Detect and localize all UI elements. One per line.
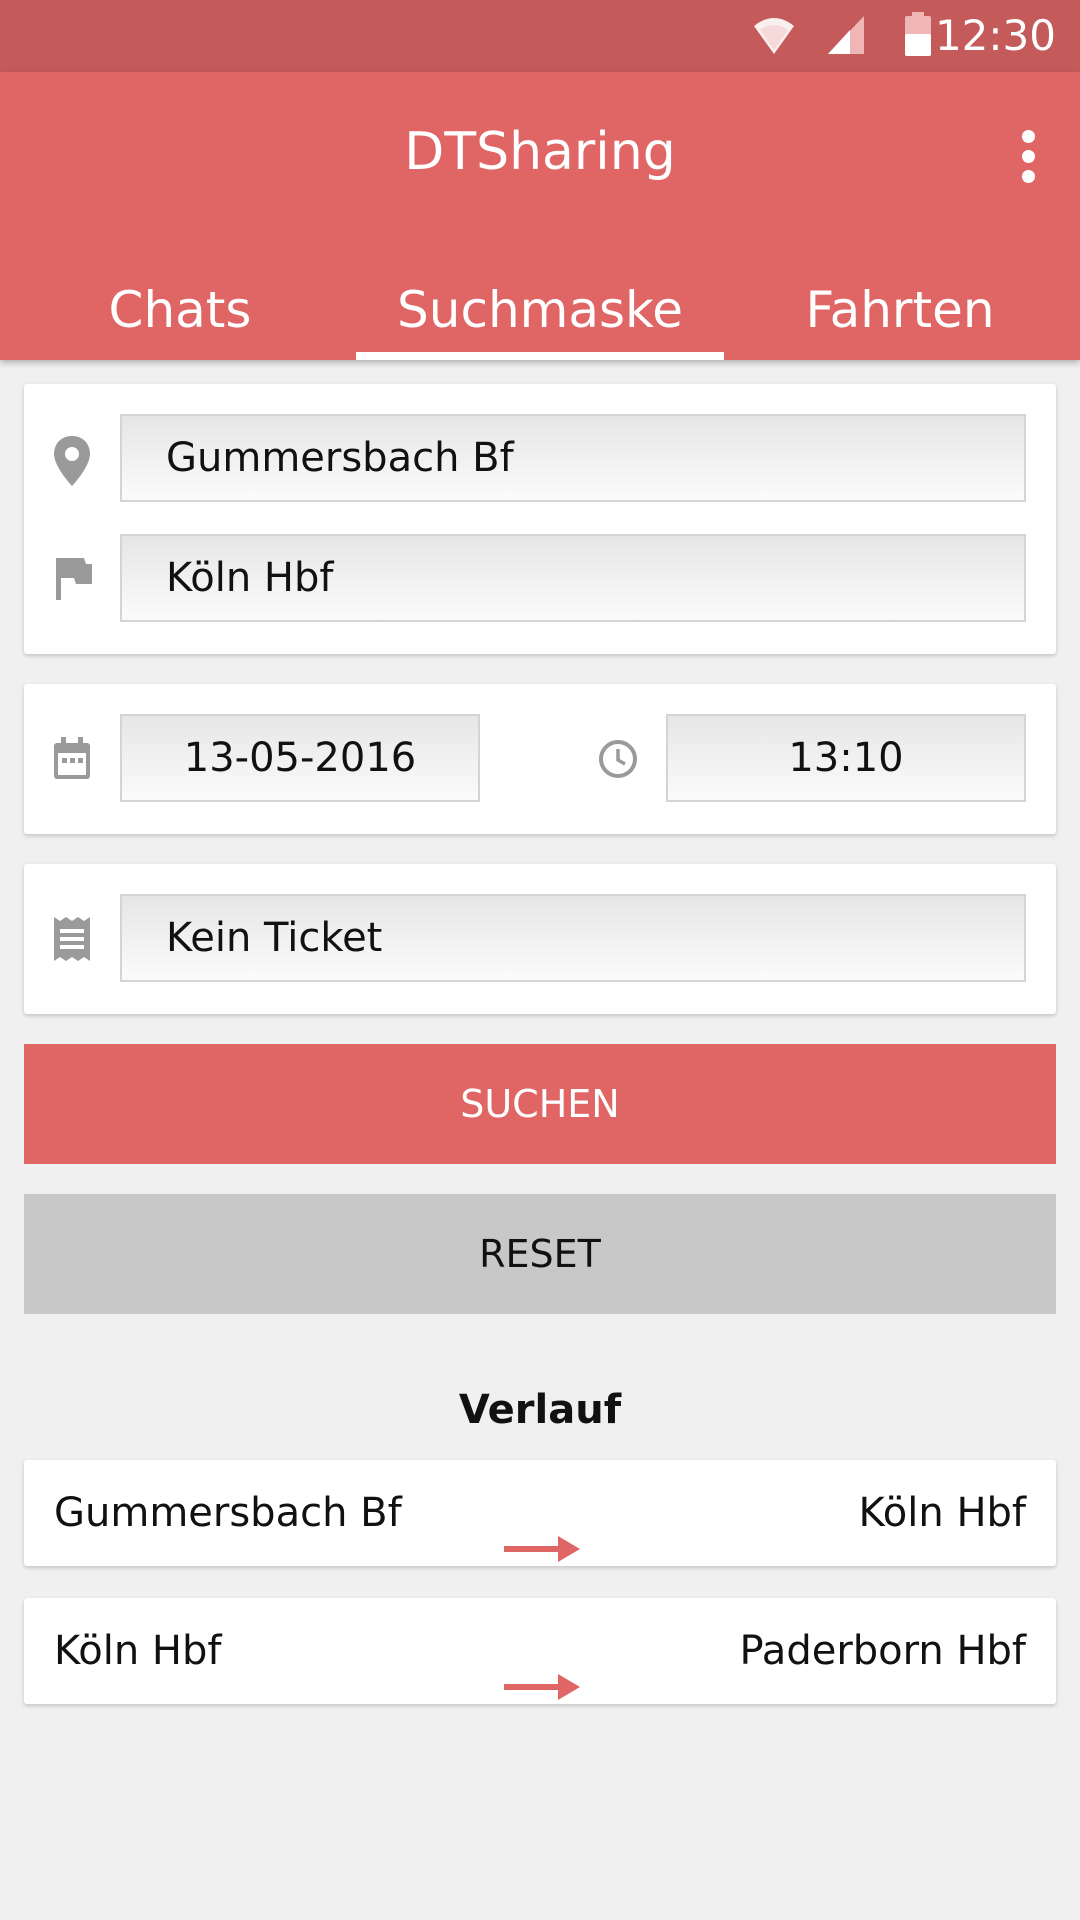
app-bar: DTSharing Chats Suchmaske Fahrten bbox=[0, 72, 1080, 360]
history-item[interactable]: Gummersbach Bf Köln Hbf bbox=[24, 1460, 1056, 1566]
tab-chats[interactable]: Chats bbox=[0, 260, 360, 360]
app-title: DTSharing bbox=[404, 122, 676, 182]
search-button[interactable]: SUCHEN bbox=[24, 1044, 1056, 1164]
time-field[interactable]: 13:10 bbox=[666, 714, 1026, 802]
history-to: Paderborn Hbf bbox=[739, 1628, 1026, 1674]
clock-icon bbox=[598, 739, 638, 783]
history-from: Gummersbach Bf bbox=[54, 1490, 402, 1536]
battery-icon bbox=[904, 12, 932, 62]
status-time: 12:30 bbox=[934, 11, 1056, 60]
from-station-field[interactable]: Gummersbach Bf bbox=[120, 414, 1026, 502]
ticket-icon bbox=[54, 917, 90, 965]
ticket-card: Kein Ticket bbox=[24, 864, 1056, 1014]
history-to: Köln Hbf bbox=[858, 1490, 1026, 1536]
tab-suchmaske[interactable]: Suchmaske bbox=[360, 260, 720, 360]
reset-button[interactable]: RESET bbox=[24, 1194, 1056, 1314]
flag-icon bbox=[54, 554, 94, 606]
wifi-icon bbox=[752, 14, 796, 62]
datetime-card: 13-05-2016 13:10 bbox=[24, 684, 1056, 834]
date-field[interactable]: 13-05-2016 bbox=[120, 714, 480, 802]
ticket-field[interactable]: Kein Ticket bbox=[120, 894, 1026, 982]
signal-icon bbox=[826, 14, 866, 62]
more-options-icon[interactable] bbox=[1016, 130, 1040, 186]
history-from: Köln Hbf bbox=[54, 1628, 222, 1674]
history-item[interactable]: Köln Hbf Paderborn Hbf bbox=[24, 1598, 1056, 1704]
route-card: Gummersbach Bf Köln Hbf bbox=[24, 384, 1056, 654]
status-bar: 12:30 bbox=[0, 0, 1080, 72]
to-station-field[interactable]: Köln Hbf bbox=[120, 534, 1026, 622]
arrow-right-icon bbox=[502, 1498, 582, 1604]
calendar-icon bbox=[52, 737, 92, 785]
history-title: Verlauf bbox=[458, 1387, 622, 1433]
tab-indicator bbox=[356, 352, 724, 360]
arrow-right-icon bbox=[502, 1636, 582, 1742]
location-pin-icon bbox=[52, 434, 92, 492]
tab-fahrten[interactable]: Fahrten bbox=[720, 260, 1080, 360]
